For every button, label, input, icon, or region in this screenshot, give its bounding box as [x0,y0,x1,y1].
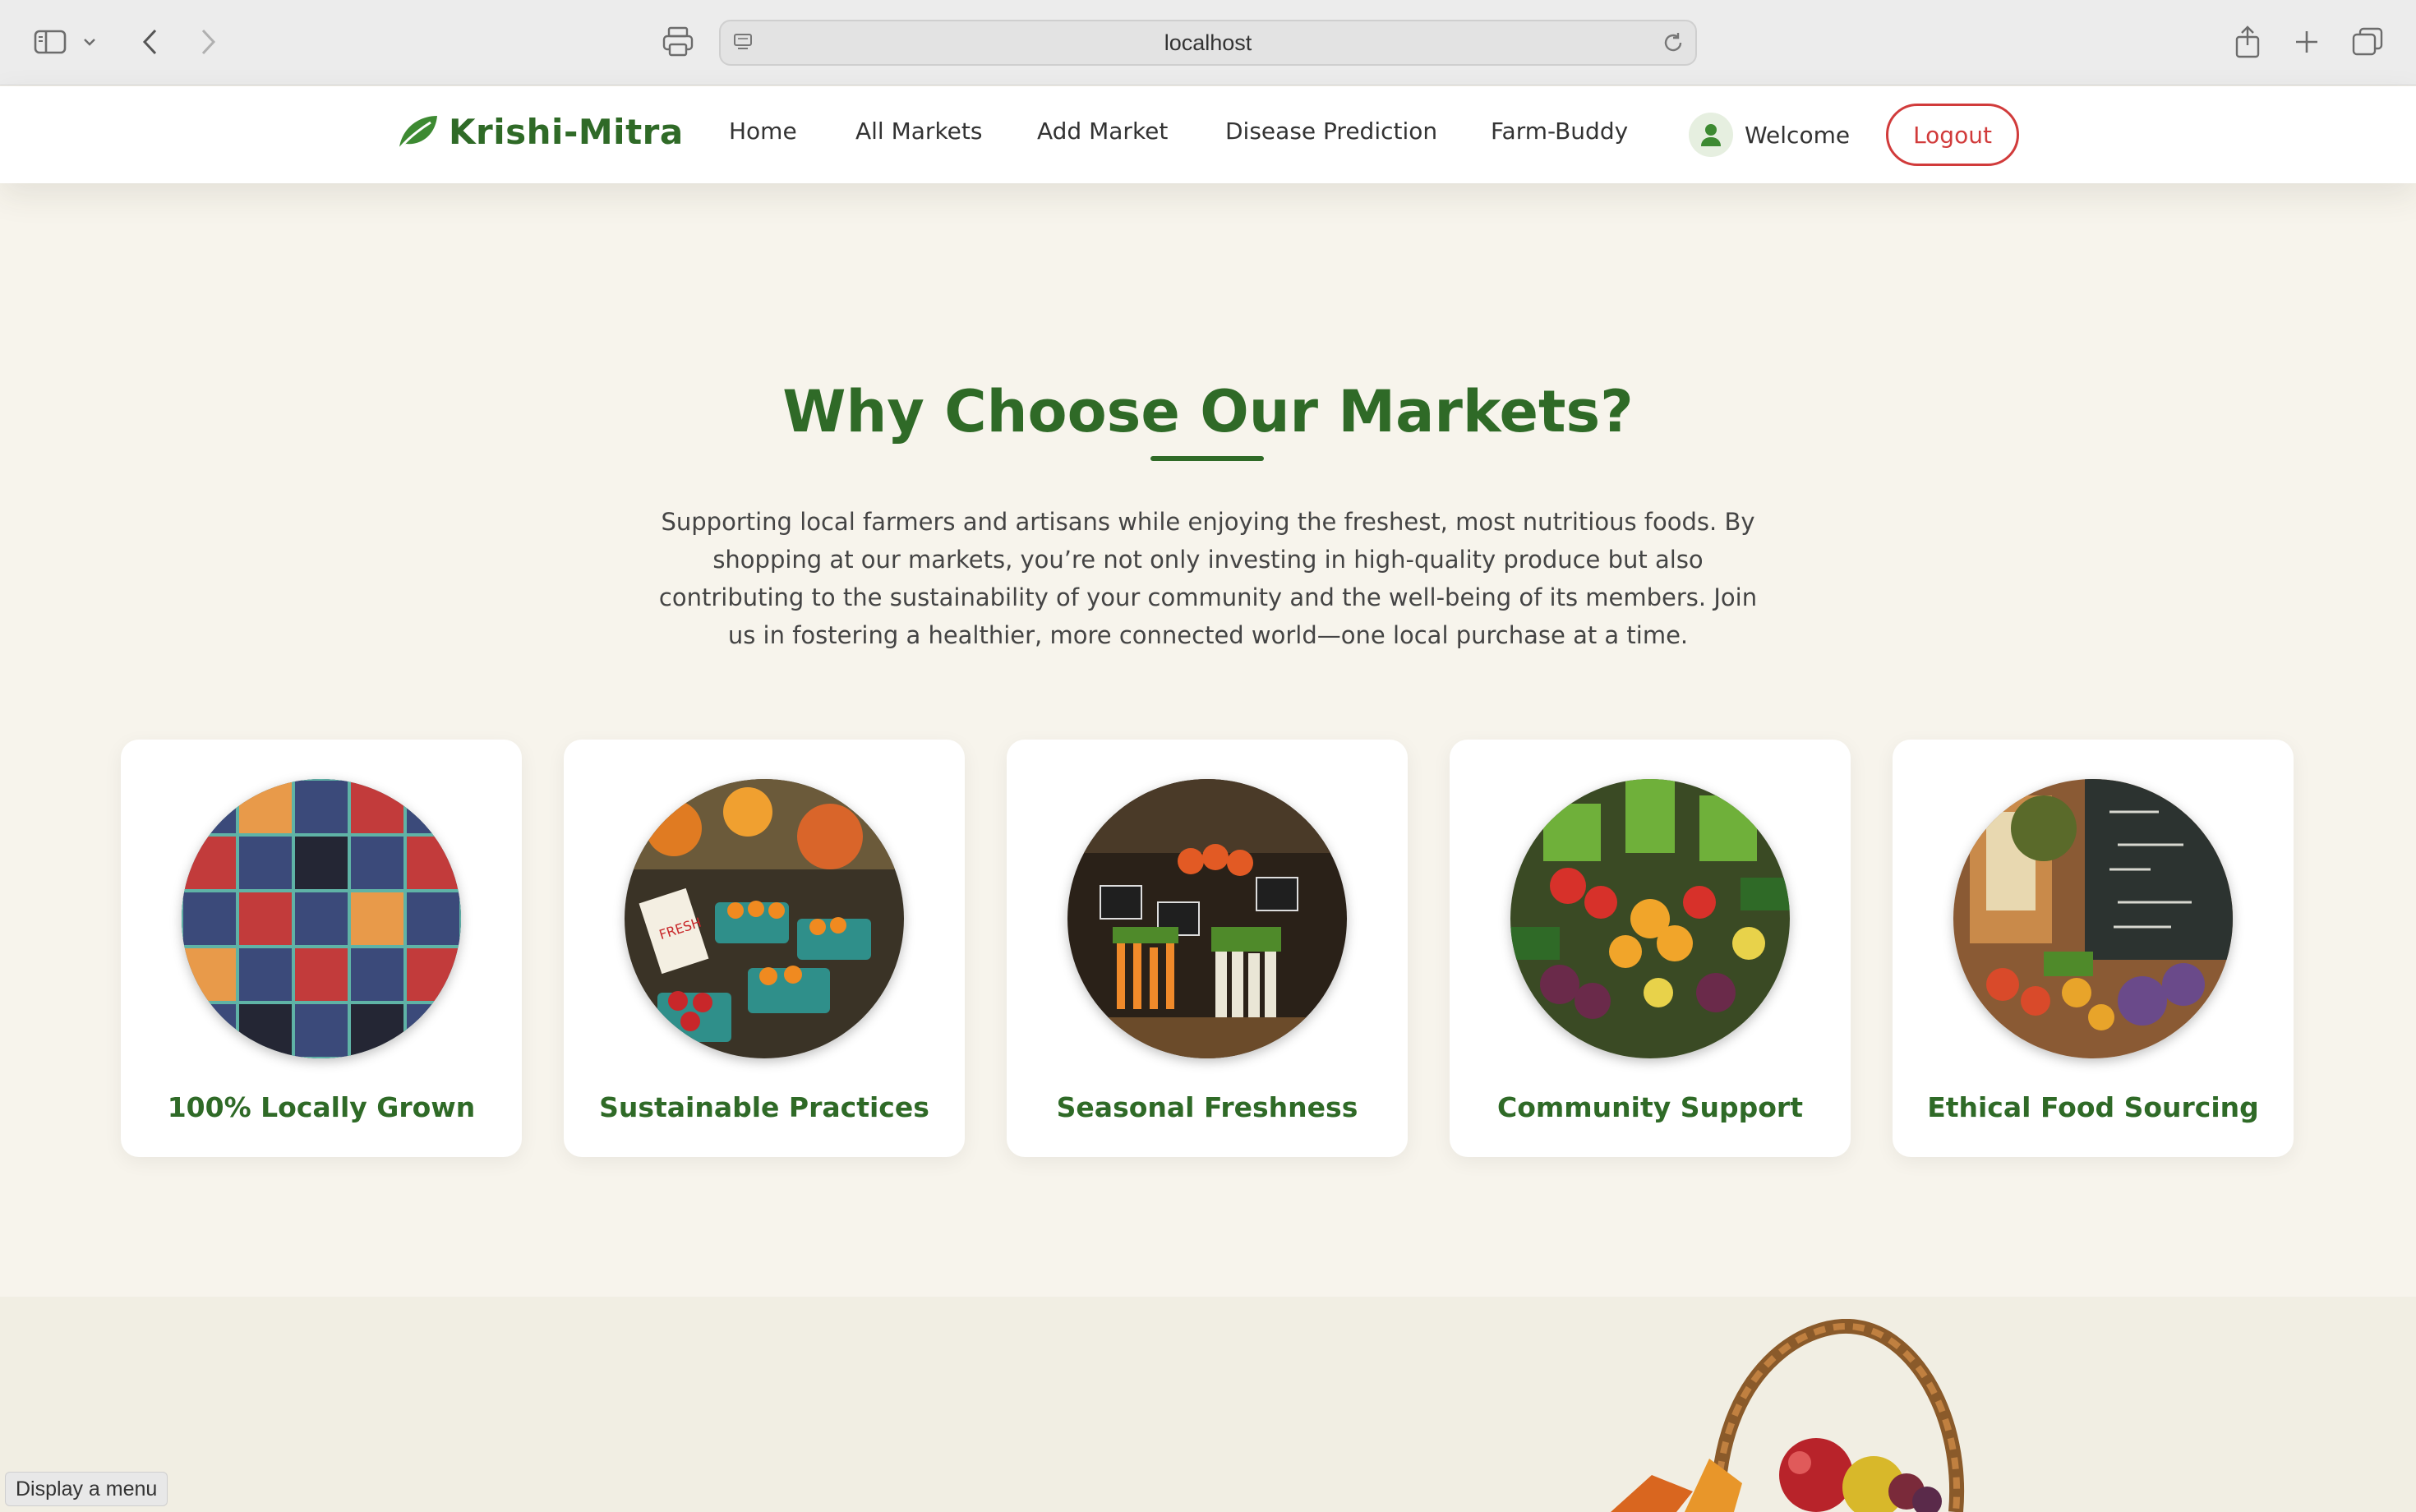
vegetable-display-image [1510,779,1790,1058]
share-icon[interactable] [2227,21,2268,62]
status-bar-text: Display a menu [5,1472,168,1506]
farm-store-image [1953,779,2233,1058]
produce-stall-image: FRESH [625,779,904,1058]
user-menu[interactable]: Welcome [1689,113,1850,157]
new-tab-icon[interactable] [2286,21,2327,62]
chevron-down-icon[interactable] [76,21,104,62]
nav-add-market[interactable]: Add Market [1037,118,1168,145]
nav-farm-buddy[interactable]: Farm-Buddy [1491,118,1628,145]
leaf-icon [398,116,437,150]
browser-toolbar: localhost [0,0,2416,85]
card-title: Ethical Food Sourcing [1927,1091,2259,1123]
feature-card-seasonal-freshness: Seasonal Freshness [1007,740,1408,1157]
card-title: Community Support [1497,1091,1803,1123]
url-text: localhost [1164,30,1252,55]
section-intro: Supporting local farmers and artisans wh… [658,508,1758,649]
nav-disease-prediction[interactable]: Disease Prediction [1225,118,1437,145]
brand-name: Krishi-Mitra [449,111,684,152]
section-title: Why Choose Our Markets? [782,378,1634,445]
feature-card-community-support: Community Support [1450,740,1851,1157]
vegetable-stand-image [1067,779,1347,1058]
nav-home[interactable]: Home [729,118,797,145]
reload-icon[interactable] [1661,30,1685,55]
tab-overview-icon[interactable] [2347,21,2388,62]
back-icon[interactable] [130,21,171,62]
card-title: 100% Locally Grown [167,1091,476,1123]
card-title: Seasonal Freshness [1056,1091,1358,1123]
address-bar[interactable]: localhost [719,20,1697,66]
feature-card-locally-grown: 100% Locally Grown [121,740,522,1157]
feature-card-ethical-food-sourcing: Ethical Food Sourcing [1893,740,2294,1157]
fruit-basket-image [1602,1319,2030,1512]
nav-all-markets[interactable]: All Markets [855,118,982,145]
site-navbar: Krishi-Mitra Home All Markets Add Market… [0,86,2416,183]
next-section [0,1297,2416,1512]
site-logo[interactable]: Krishi-Mitra [394,111,684,152]
welcome-text: Welcome [1745,121,1851,149]
berry-baskets-image [182,779,461,1058]
feature-card-sustainable-practices: FRESH Sustainable Practices [564,740,965,1157]
card-title: Sustainable Practices [599,1091,929,1123]
sidebar-toggle-icon[interactable] [30,21,71,62]
user-avatar-icon [1689,113,1733,157]
forward-icon[interactable] [187,21,228,62]
logout-button[interactable]: Logout [1886,104,2019,166]
title-underline [1150,456,1264,461]
print-icon[interactable] [657,21,699,62]
